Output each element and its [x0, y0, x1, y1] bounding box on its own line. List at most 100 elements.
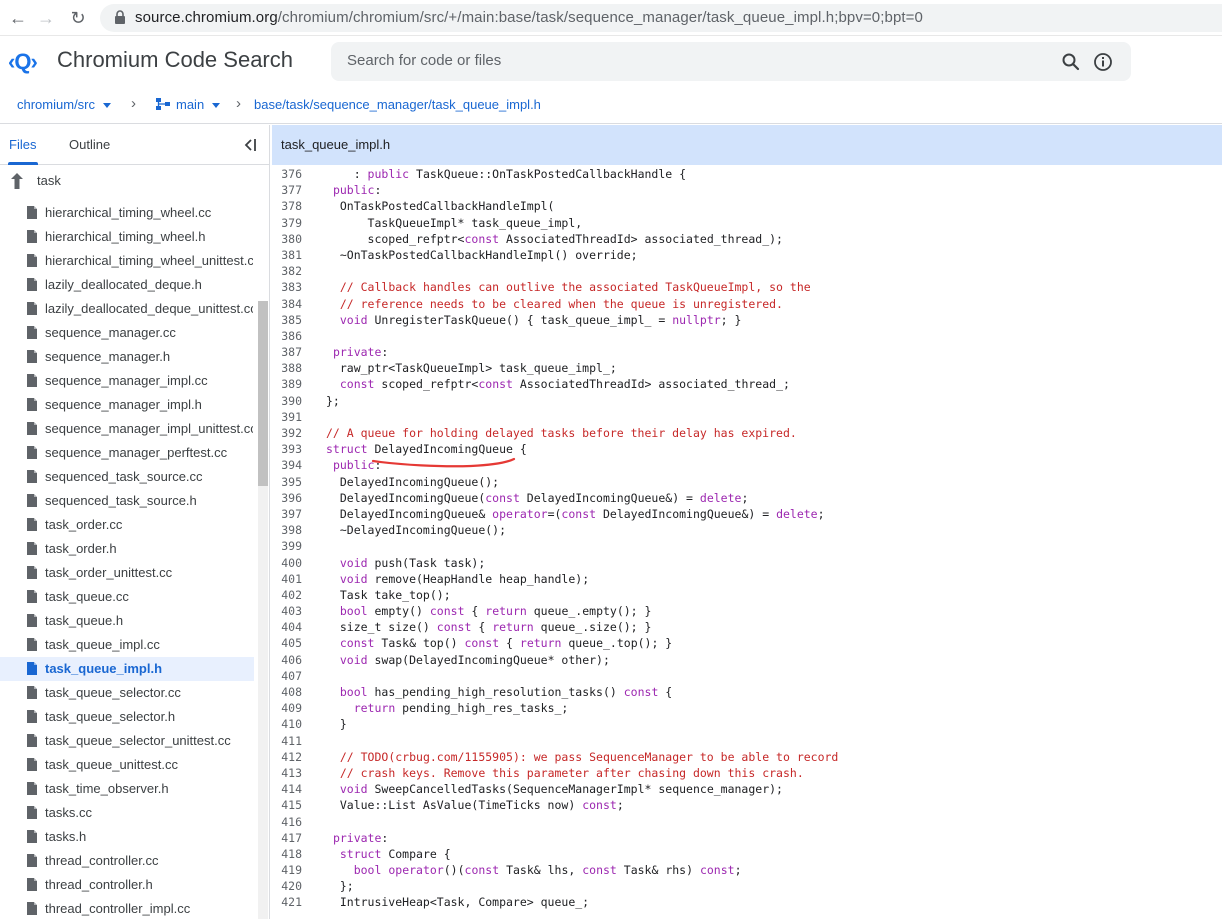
sidebar-scrollbar-thumb[interactable]	[258, 301, 268, 486]
sidebar-item-file[interactable]: task_order.cc	[0, 513, 254, 537]
line-number[interactable]: 415	[272, 797, 302, 813]
line-number[interactable]: 399	[272, 538, 302, 554]
line-number[interactable]: 400	[272, 555, 302, 571]
sidebar-item-file[interactable]: sequence_manager.h	[0, 345, 254, 369]
sidebar-item-file[interactable]: lazily_deallocated_deque.h	[0, 273, 254, 297]
line-number[interactable]: 402	[272, 587, 302, 603]
line-number[interactable]: 383	[272, 279, 302, 295]
line-number[interactable]: 407	[272, 668, 302, 684]
line-number[interactable]: 398	[272, 522, 302, 538]
sidebar-item-file[interactable]: task_queue_impl.h	[0, 657, 254, 681]
parent-folder-link[interactable]: task	[0, 169, 258, 193]
line-number[interactable]: 403	[272, 603, 302, 619]
sidebar-item-file[interactable]: task_queue_impl.cc	[0, 633, 254, 657]
line-number[interactable]: 417	[272, 830, 302, 846]
line-number[interactable]: 394	[272, 457, 302, 473]
sidebar-item-file[interactable]: sequence_manager_impl_unittest.cc	[0, 417, 254, 441]
forward-arrow-icon[interactable]: →	[34, 6, 58, 30]
line-number[interactable]: 406	[272, 652, 302, 668]
sidebar-item-file[interactable]: hierarchical_timing_wheel.h	[0, 225, 254, 249]
reload-icon[interactable]: ↻	[66, 6, 90, 30]
line-number[interactable]: 377	[272, 182, 302, 198]
sidebar-item-file[interactable]: sequenced_task_source.cc	[0, 465, 254, 489]
search-icon[interactable]	[1061, 52, 1081, 72]
sidebar-item-file[interactable]: task_queue.cc	[0, 585, 254, 609]
line-number[interactable]: 401	[272, 571, 302, 587]
line-number[interactable]: 420	[272, 878, 302, 894]
sidebar-item-file[interactable]: thread_controller_impl.cc	[0, 897, 254, 919]
search-input[interactable]: Search for code or files	[331, 42, 1131, 81]
line-number[interactable]: 419	[272, 862, 302, 878]
sidebar-item-file[interactable]: task_order.h	[0, 537, 254, 561]
sidebar-item-file[interactable]: thread_controller.cc	[0, 849, 254, 873]
line-number[interactable]: 405	[272, 635, 302, 651]
line-number[interactable]: 392	[272, 425, 302, 441]
branch-selector[interactable]: main	[156, 97, 221, 112]
tab-outline[interactable]: Outline	[69, 137, 110, 152]
line-number[interactable]: 411	[272, 733, 302, 749]
code-text: size_t size() const { return queue_.size…	[326, 620, 652, 635]
line-number[interactable]: 414	[272, 781, 302, 797]
sidebar-item-file[interactable]: task_queue_selector.h	[0, 705, 254, 729]
line-number[interactable]: 386	[272, 328, 302, 344]
line-number[interactable]: 413	[272, 765, 302, 781]
line-number[interactable]: 393	[272, 441, 302, 457]
code-text: return pending_high_res_tasks_;	[353, 701, 569, 716]
line-number[interactable]: 391	[272, 409, 302, 425]
info-icon[interactable]	[1093, 52, 1113, 72]
sidebar-item-file[interactable]: task_queue_unittest.cc	[0, 753, 254, 777]
file-sidebar: Files Outline task hierarchical_timing_w…	[0, 125, 270, 919]
line-number[interactable]: 376	[272, 166, 302, 182]
sidebar-item-file[interactable]: lazily_deallocated_deque_unittest.cc	[0, 297, 254, 321]
sidebar-item-file[interactable]: sequence_manager_perftest.cc	[0, 441, 254, 465]
line-number[interactable]: 389	[272, 376, 302, 392]
sidebar-item-file[interactable]: hierarchical_timing_wheel_unittest.cc	[0, 249, 254, 273]
line-number[interactable]: 380	[272, 231, 302, 247]
line-number[interactable]: 421	[272, 894, 302, 910]
sidebar-item-file[interactable]: sequence_manager_impl.cc	[0, 369, 254, 393]
line-number[interactable]: 418	[272, 846, 302, 862]
line-number[interactable]: 378	[272, 198, 302, 214]
line-number[interactable]: 385	[272, 312, 302, 328]
line-number[interactable]: 381	[272, 247, 302, 263]
line-number[interactable]: 404	[272, 619, 302, 635]
line-number[interactable]: 396	[272, 490, 302, 506]
sidebar-item-file[interactable]: task_queue_selector_unittest.cc	[0, 729, 254, 753]
sidebar-item-file[interactable]: thread_controller.h	[0, 873, 254, 897]
line-number[interactable]: 410	[272, 716, 302, 732]
file-path-link[interactable]: base/task/sequence_manager/task_queue_im…	[254, 97, 541, 112]
line-number[interactable]: 412	[272, 749, 302, 765]
code-search-logo-icon[interactable]: ‹Q›	[8, 49, 38, 75]
app-title[interactable]: Chromium Code Search	[57, 47, 293, 73]
sidebar-item-file[interactable]: task_time_observer.h	[0, 777, 254, 801]
line-number[interactable]: 382	[272, 263, 302, 279]
line-number[interactable]: 390	[272, 393, 302, 409]
file-list: hierarchical_timing_wheel.cc hierarchical…	[0, 201, 254, 919]
sidebar-tabs: Files Outline	[0, 125, 270, 165]
sidebar-item-file[interactable]: sequence_manager.cc	[0, 321, 254, 345]
code-view[interactable]: 376 : public TaskQueue::OnTaskPostedCall…	[272, 166, 1222, 919]
project-selector[interactable]: chromium/src	[17, 97, 112, 112]
sidebar-item-file[interactable]: task_queue_selector.cc	[0, 681, 254, 705]
sidebar-item-file[interactable]: sequenced_task_source.h	[0, 489, 254, 513]
sidebar-item-file[interactable]: task_order_unittest.cc	[0, 561, 254, 585]
line-number[interactable]: 384	[272, 296, 302, 312]
sidebar-item-file[interactable]: sequence_manager_impl.h	[0, 393, 254, 417]
line-number[interactable]: 387	[272, 344, 302, 360]
line-number[interactable]: 409	[272, 700, 302, 716]
back-arrow-icon[interactable]: ←	[6, 6, 30, 30]
line-number[interactable]: 379	[272, 215, 302, 231]
line-number[interactable]: 416	[272, 814, 302, 830]
sidebar-item-file[interactable]: tasks.cc	[0, 801, 254, 825]
sidebar-item-file[interactable]: task_queue.h	[0, 609, 254, 633]
line-number[interactable]: 388	[272, 360, 302, 376]
line-number[interactable]: 397	[272, 506, 302, 522]
line-number[interactable]: 408	[272, 684, 302, 700]
address-bar[interactable]: source.chromium.org/chromium/chromium/sr…	[100, 4, 1222, 32]
code-line: 403 bool empty() const { return queue_.e…	[272, 603, 1222, 619]
collapse-panel-icon[interactable]	[242, 137, 258, 153]
sidebar-item-file[interactable]: tasks.h	[0, 825, 254, 849]
sidebar-item-file[interactable]: hierarchical_timing_wheel.cc	[0, 201, 254, 225]
tab-files[interactable]: Files	[9, 137, 36, 152]
line-number[interactable]: 395	[272, 474, 302, 490]
